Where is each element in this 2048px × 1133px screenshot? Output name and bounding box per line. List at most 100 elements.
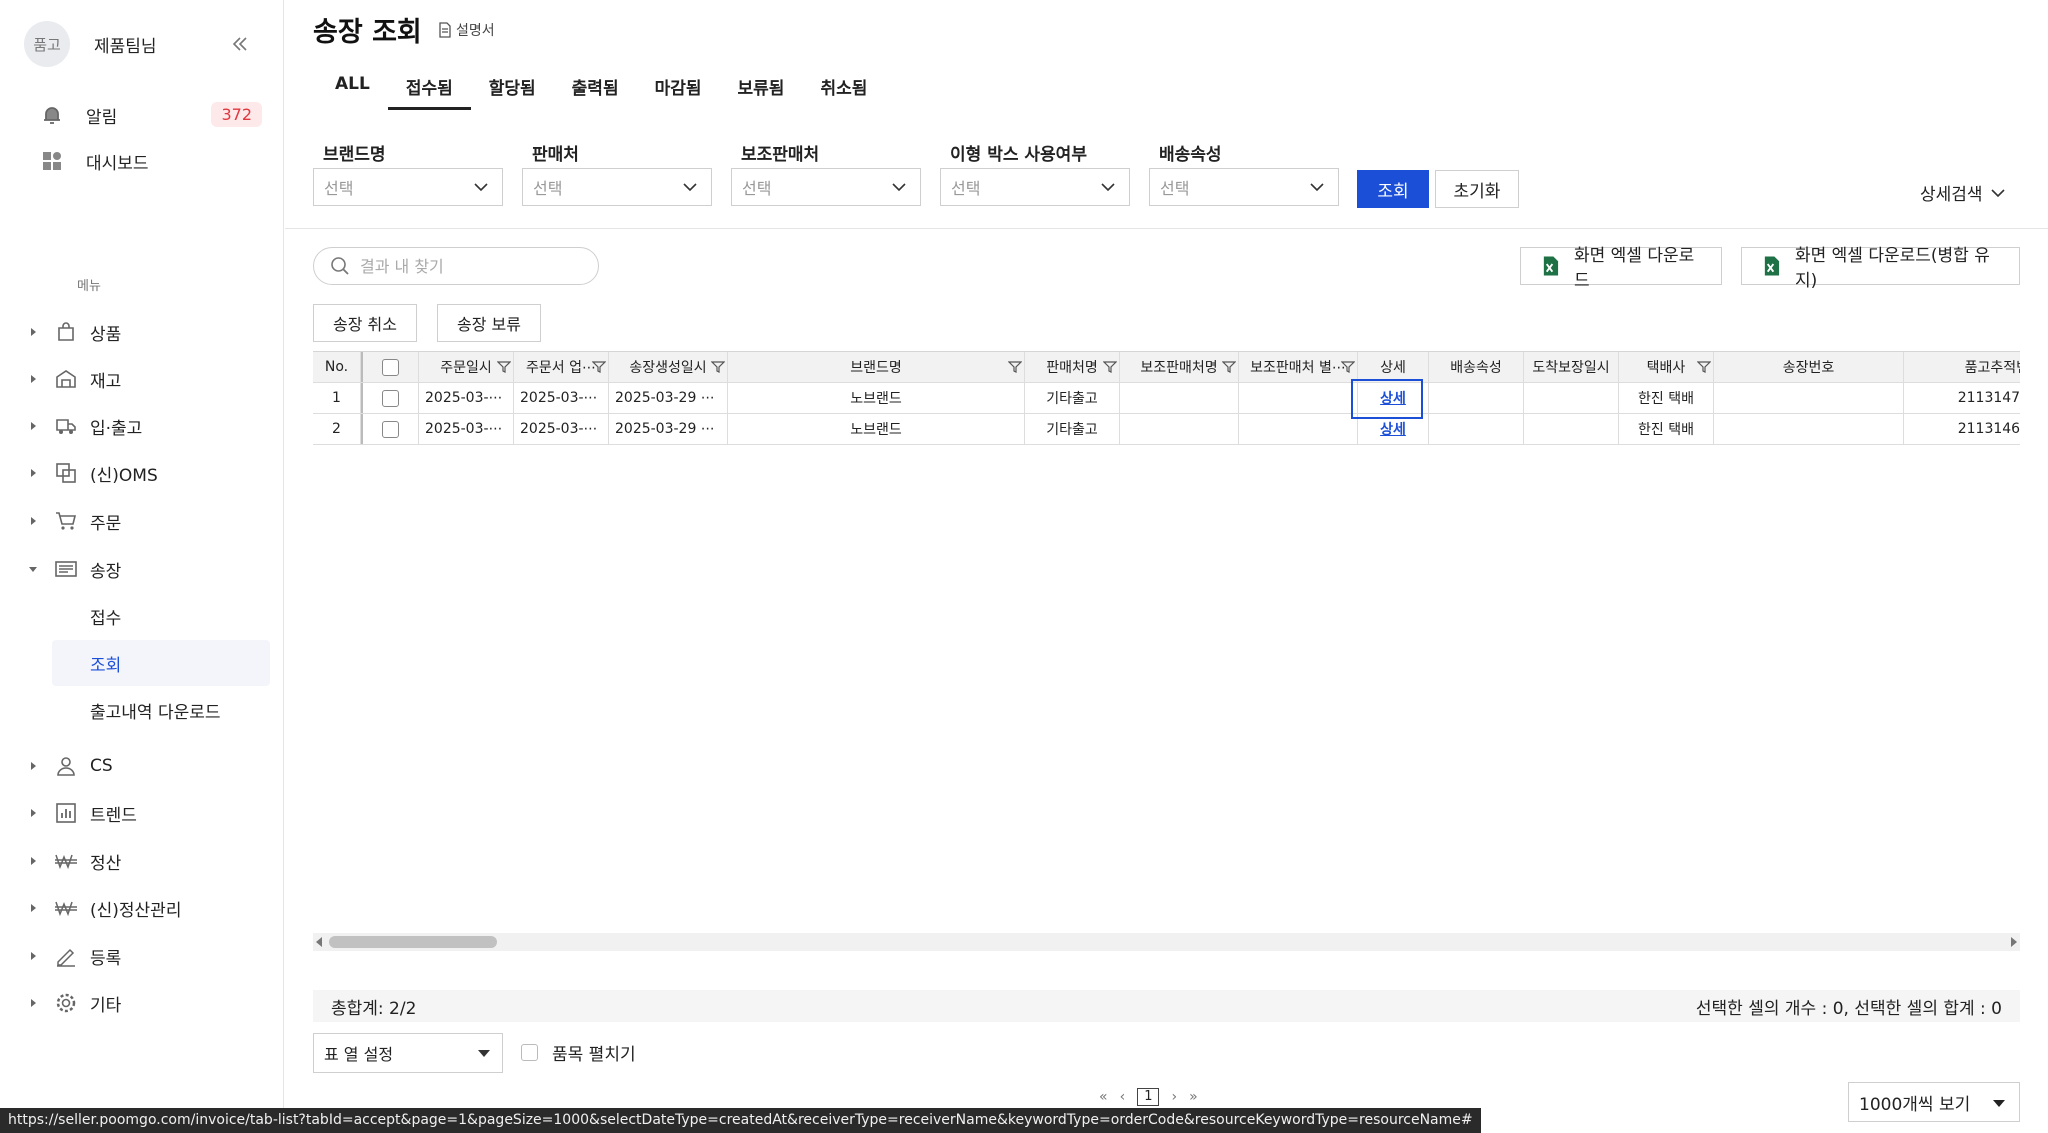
sidebar-item-label: 대시보드 <box>86 153 149 174</box>
cell-sub-seller-alias <box>1239 414 1358 444</box>
header-order-upload[interactable]: 주문서 업⋯ <box>514 352 609 382</box>
sidebar-item-product[interactable]: 상품 <box>28 317 268 347</box>
sidebar-item-stock[interactable]: 재고 <box>28 364 268 394</box>
header-sub-seller-alias[interactable]: 보조판매처 별⋯ <box>1239 352 1358 382</box>
hold-invoice-button[interactable]: 송장 보류 <box>437 304 541 342</box>
sidebar-item-inout[interactable]: 입·출고 <box>28 411 268 441</box>
header-sub-seller[interactable]: 보조판매처명 <box>1120 352 1239 382</box>
seller-select[interactable]: 선택 <box>522 168 712 206</box>
filter-icon[interactable] <box>592 360 606 374</box>
sidebar-item-alarm[interactable]: 알림 372 <box>40 100 262 130</box>
caret-down-icon <box>478 1050 490 1057</box>
sidebar-subitem-accept[interactable]: 접수 <box>52 593 270 639</box>
column-setting-select[interactable]: 표 열 설정 <box>313 1033 503 1073</box>
search-button[interactable]: 조회 <box>1357 170 1429 208</box>
header-invoice-created[interactable]: 송장생성일시 <box>609 352 728 382</box>
filter-icon[interactable] <box>1103 360 1117 374</box>
table-row[interactable]: 2 2025-03-⋯ 2025-03-⋯ 2025-03-29 ⋯ 노브랜드 … <box>313 414 2020 445</box>
main-content: 송장 조회 설명서 ALL 접수됨 할당됨 출력됨 마감됨 보류됨 취소됨 브랜… <box>285 0 2048 1133</box>
bell-icon <box>44 107 60 124</box>
excel-download-button[interactable]: 화면 엑셀 다운로드 <box>1520 246 1722 291</box>
detail-link[interactable]: 상세 <box>1380 419 1406 439</box>
odd-box-select[interactable]: 선택 <box>940 168 1130 206</box>
filter-icon[interactable] <box>1222 360 1236 374</box>
detail-link[interactable]: 상세 <box>1380 388 1406 408</box>
column-label: 판매처명 <box>1046 360 1098 376</box>
select-all-checkbox[interactable] <box>382 358 399 376</box>
double-chevron-left-icon[interactable] <box>230 34 250 54</box>
brand-select[interactable]: 선택 <box>313 168 503 206</box>
filter-icon[interactable] <box>497 360 511 374</box>
sidebar-item-invoice[interactable]: 송장 <box>28 554 268 584</box>
header-no: No. <box>313 352 361 382</box>
tab-accepted[interactable]: 접수됨 <box>387 66 471 110</box>
next-page-icon[interactable]: › <box>1171 1089 1177 1105</box>
filter-icon[interactable] <box>1008 360 1022 374</box>
sidebar-subitem-download[interactable]: 출고내역 다운로드 <box>52 687 270 733</box>
last-page-icon[interactable]: » <box>1189 1089 1198 1105</box>
row-checkbox[interactable] <box>382 389 399 407</box>
sidebar-item-label: 트렌드 <box>90 805 137 826</box>
scroll-left-arrow[interactable] <box>316 937 322 947</box>
sidebar-item-order[interactable]: 주문 <box>28 506 268 536</box>
expand-items-toggle[interactable]: 품목 펼치기 <box>521 1040 636 1065</box>
sidebar-item-label: 송장 <box>90 561 122 582</box>
filter-brand: 브랜드명 선택 <box>313 140 503 206</box>
excel-download-merge-button[interactable]: 화면 엑셀 다운로드(병합 유지) <box>1741 246 2020 291</box>
tab-cancelled[interactable]: 취소됨 <box>802 66 885 110</box>
filter-label: 판매처 <box>532 145 579 165</box>
scrollbar-thumb[interactable] <box>329 936 497 948</box>
table-row[interactable]: 1 2025-03-⋯ 2025-03-⋯ 2025-03-29 ⋯ 노브랜드 … <box>313 383 2020 414</box>
chevron-down-icon <box>892 183 906 192</box>
filter-icon[interactable] <box>1341 360 1355 374</box>
sidebar-subitem-lookup[interactable]: 조회 <box>52 640 270 686</box>
header-order-date[interactable]: 주문일시 <box>419 352 514 382</box>
sidebar-item-register[interactable]: 등록 <box>28 941 268 971</box>
tab-assigned[interactable]: 할당됨 <box>471 66 554 110</box>
cell-order-date: 2025-03-⋯ <box>419 383 514 413</box>
sidebar-item-trend[interactable]: 트렌드 <box>28 798 268 828</box>
sub-seller-select[interactable]: 선택 <box>731 168 921 206</box>
prev-page-icon[interactable]: ‹ <box>1120 1089 1126 1105</box>
divider <box>285 228 2048 229</box>
tab-all[interactable]: ALL <box>317 66 388 110</box>
row-checkbox[interactable] <box>382 420 399 438</box>
sidebar-item-label: 정산 <box>90 853 122 874</box>
cancel-invoice-button[interactable]: 송장 취소 <box>313 304 417 342</box>
result-search-input[interactable] <box>360 256 590 276</box>
page-size-select[interactable]: 1000개씩 보기 <box>1848 1082 2020 1122</box>
expand-items-checkbox[interactable] <box>521 1044 538 1061</box>
sidebar-item-dashboard[interactable]: 대시보드 <box>40 146 262 176</box>
header-seller[interactable]: 판매처명 <box>1025 352 1120 382</box>
tab-closed[interactable]: 마감됨 <box>637 66 720 110</box>
first-page-icon[interactable]: « <box>1099 1089 1108 1105</box>
sidebar-item-label: 상품 <box>90 324 122 345</box>
horizontal-scrollbar[interactable] <box>313 933 2020 951</box>
result-search[interactable] <box>313 247 599 285</box>
filter-icon[interactable] <box>711 360 725 374</box>
excel-icon <box>1543 256 1559 276</box>
manual-label: 설명서 <box>456 23 495 39</box>
header-courier[interactable]: 택배사 <box>1619 352 1714 382</box>
cell-order-date: 2025-03-⋯ <box>419 414 514 444</box>
sidebar-item-cs[interactable]: CS <box>28 751 268 781</box>
sidebar-item-settlement[interactable]: 정산 <box>28 846 268 876</box>
detail-search-toggle[interactable]: 상세검색 <box>1920 180 2005 205</box>
cell-courier: 한진 택배 <box>1619 383 1714 413</box>
sidebar-item-etc[interactable]: 기타 <box>28 988 268 1018</box>
sidebar-item-oms[interactable]: (신)OMS <box>28 458 268 488</box>
manual-link[interactable]: 설명서 <box>438 20 495 40</box>
profile[interactable]: 품고 제품팀님 <box>24 20 260 68</box>
table-summary: 총합계: 2/2 선택한 셀의 개수 : 0, 선택한 셀의 합계 : 0 <box>313 990 2020 1022</box>
cell-brand: 노브랜드 <box>728 383 1025 413</box>
tab-held[interactable]: 보류됨 <box>720 66 803 110</box>
scroll-right-arrow[interactable] <box>2011 937 2017 947</box>
sidebar-item-new-settlement[interactable]: (신)정산관리 <box>28 893 268 923</box>
header-invoice-number: 송장번호 <box>1714 352 1904 382</box>
tab-printed[interactable]: 출력됨 <box>554 66 637 110</box>
header-brand[interactable]: 브랜드명 <box>728 352 1025 382</box>
delivery-attr-select[interactable]: 선택 <box>1149 168 1339 206</box>
current-page[interactable]: 1 <box>1137 1088 1160 1106</box>
filter-icon[interactable] <box>1697 360 1711 374</box>
reset-button[interactable]: 초기화 <box>1435 170 1519 208</box>
